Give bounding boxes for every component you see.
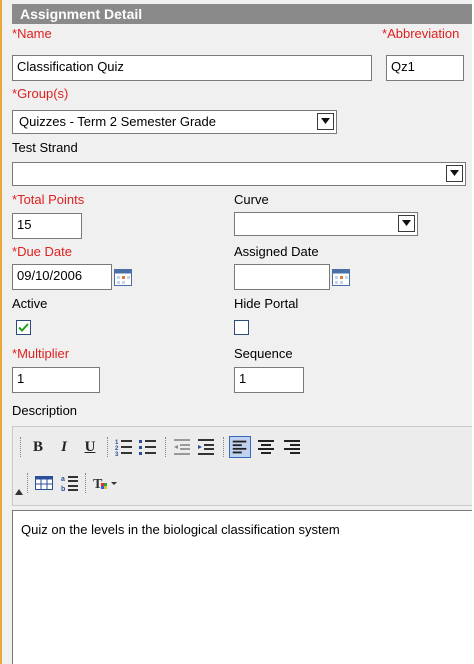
svg-text:3: 3 [115, 452, 119, 458]
group-select[interactable]: Quizzes - Term 2 Semester Grade [12, 110, 337, 134]
name-input[interactable]: Classification Quiz [12, 55, 372, 81]
multiplier-label-text: Multiplier [17, 346, 70, 361]
check-icon [18, 323, 29, 332]
multiplier-label: *Multiplier [12, 346, 69, 361]
panel-header: Assignment Detail [12, 4, 472, 24]
test-strand-label: Test Strand [12, 140, 78, 155]
total-points-input[interactable]: 15 [12, 213, 82, 239]
abbreviation-input[interactable]: Qz1 [386, 55, 464, 81]
table-icon[interactable] [33, 472, 55, 494]
bold-icon[interactable]: B [27, 436, 49, 458]
calendar-icon[interactable] [332, 268, 350, 286]
svg-text:b: b [61, 486, 65, 493]
assigned-date-label: Assigned Date [234, 244, 319, 259]
text-color-icon[interactable]: T [91, 472, 119, 494]
toolbar-separator [165, 437, 167, 457]
curve-label: Curve [234, 192, 269, 207]
group-select-value: Quizzes - Term 2 Semester Grade [19, 114, 216, 129]
editor-toolbar: B I U 1 2 3 a b T [12, 426, 472, 506]
toolbar-separator [223, 437, 225, 457]
chevron-down-icon[interactable] [398, 215, 415, 232]
name-label-text: Name [17, 26, 52, 41]
toolbar-separator [107, 437, 109, 457]
hide-portal-label: Hide Portal [234, 296, 299, 311]
due-date-input[interactable]: 09/10/2006 [12, 264, 112, 290]
curve-select[interactable] [234, 212, 418, 236]
total-points-label: *Total Points [12, 192, 84, 207]
collapse-toolbar-icon[interactable] [15, 489, 23, 495]
multiplier-input[interactable]: 1 [12, 367, 100, 393]
align-center-icon[interactable] [255, 436, 277, 458]
svg-text:a: a [61, 476, 65, 483]
description-editor[interactable]: Quiz on the levels in the biological cla… [12, 510, 472, 664]
paragraph-icon[interactable]: a b [59, 472, 81, 494]
chevron-down-icon[interactable] [317, 113, 334, 130]
abbreviation-label: *Abbreviation [382, 26, 459, 41]
group-label-text: Group(s) [17, 86, 69, 101]
assignment-detail-panel: Assignment Detail *Name Classification Q… [0, 0, 472, 664]
due-date-label-text: Due Date [17, 244, 72, 259]
indent-icon[interactable] [195, 436, 217, 458]
bullet-list-icon[interactable] [137, 436, 159, 458]
underline-icon[interactable]: U [79, 436, 101, 458]
group-label: *Group(s) [12, 86, 68, 101]
toolbar-grip [20, 437, 22, 457]
calendar-icon[interactable] [114, 268, 132, 286]
sequence-label: Sequence [234, 346, 293, 361]
total-points-label-text: Total Points [17, 192, 85, 207]
active-checkbox[interactable] [16, 320, 31, 335]
chevron-down-icon[interactable] [446, 165, 463, 182]
hide-portal-checkbox[interactable] [234, 320, 249, 335]
outdent-icon[interactable] [171, 436, 193, 458]
active-label: Active [12, 296, 48, 311]
abbreviation-label-text: Abbreviation [387, 26, 460, 41]
italic-icon[interactable]: I [53, 436, 75, 458]
due-date-label: *Due Date [12, 244, 72, 259]
toolbar-grip [27, 473, 29, 493]
align-right-icon[interactable] [281, 436, 303, 458]
name-label: *Name [12, 26, 52, 41]
assigned-date-input[interactable] [234, 264, 330, 290]
numbered-list-icon[interactable]: 1 2 3 [113, 436, 135, 458]
test-strand-select[interactable] [12, 162, 466, 186]
toolbar-separator [85, 473, 87, 493]
description-label: Description [12, 403, 78, 418]
sequence-input[interactable]: 1 [234, 367, 304, 393]
align-left-icon[interactable] [229, 436, 251, 458]
